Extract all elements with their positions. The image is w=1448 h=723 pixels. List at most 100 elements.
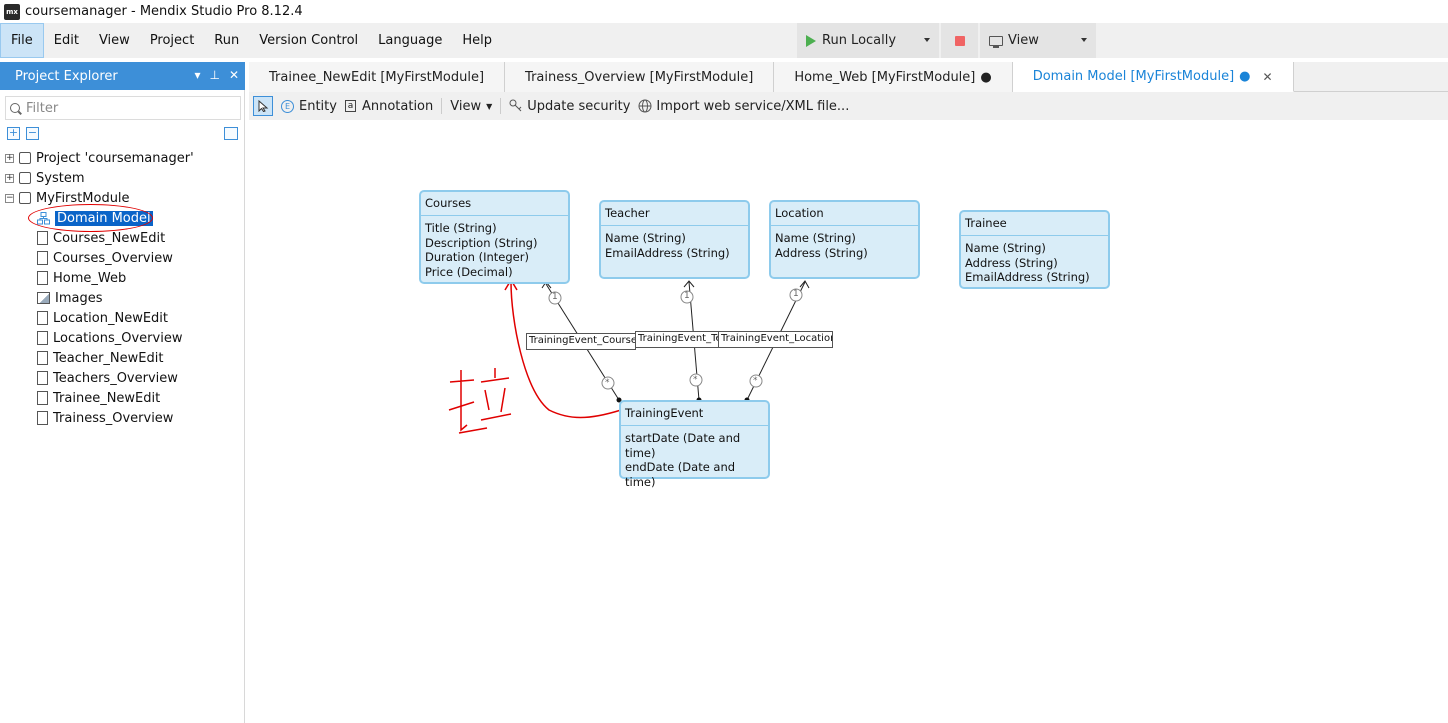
tree-item-page[interactable]: Courses_Overview (0, 248, 244, 268)
mendix-logo-icon: mx (4, 3, 20, 20)
entity-attribute: Title (String) (425, 221, 497, 235)
entity-attribute: EmailAddress (String) (965, 270, 1090, 284)
entity-name: Location (771, 202, 918, 226)
collapse-all-icon[interactable] (224, 127, 238, 140)
entity-attribute: startDate (Date and time) (625, 431, 741, 460)
stop-icon (954, 35, 965, 46)
multiplicity-many-label: * (605, 378, 610, 388)
tab-domain-model[interactable]: Domain Model [MyFirstModule] ● ✕ (1012, 62, 1294, 92)
entity-name: Teacher (601, 202, 748, 226)
view-app-button[interactable]: View (980, 23, 1096, 58)
tree-item-page[interactable]: Courses_NewEdit (0, 228, 244, 248)
chevron-down-icon[interactable]: ▾ (194, 68, 200, 82)
page-icon (37, 311, 48, 325)
entity-courses[interactable]: Courses Title (String) Description (Stri… (419, 190, 570, 284)
filter-input[interactable]: Filter (5, 96, 241, 120)
entity-teacher[interactable]: Teacher Name (String) EmailAddress (Stri… (599, 200, 750, 279)
expand-all-icon[interactable]: + (7, 127, 20, 140)
domain-model-icon (37, 211, 50, 225)
tree-item-project[interactable]: + Project 'coursemanager' (0, 148, 244, 168)
entity-icon: E (281, 99, 294, 113)
menu-view[interactable]: View (89, 23, 140, 58)
tree-item-page[interactable]: Home_Web (0, 268, 244, 288)
tree-item-page[interactable]: Teacher_NewEdit (0, 348, 244, 368)
menu-edit[interactable]: Edit (44, 23, 89, 58)
project-icon (19, 152, 31, 164)
tree-item-page[interactable]: Trainee_NewEdit (0, 388, 244, 408)
cursor-icon (258, 100, 269, 112)
collapse-icon[interactable]: − (26, 127, 39, 140)
menu-file[interactable]: File (0, 23, 44, 58)
multiplicity-one-label: 1 (684, 291, 690, 301)
red-handwritten-mark (448, 368, 512, 434)
entity-location[interactable]: Location Name (String) Address (String) (769, 200, 920, 279)
images-icon (37, 292, 50, 304)
tree-item-system[interactable]: + System (0, 168, 244, 188)
tab-trainee-newedit[interactable]: Trainee_NewEdit [MyFirstModule] (249, 62, 506, 92)
page-icon (37, 391, 48, 405)
pin-icon[interactable]: ⊥ (209, 68, 219, 82)
entity-attribute: Name (String) (965, 241, 1046, 255)
module-icon (19, 172, 31, 184)
association-label-location[interactable]: TrainingEvent_Location (718, 331, 833, 348)
unsaved-dot-icon: ● (980, 69, 992, 85)
entity-name: Trainee (961, 212, 1108, 236)
entity-training-event[interactable]: TrainingEvent startDate (Date and time) … (619, 400, 770, 489)
update-security-button[interactable]: Update security (509, 99, 630, 114)
view-app-label: View (1008, 33, 1039, 48)
tree-item-page[interactable]: Teachers_Overview (0, 368, 244, 388)
multiplicity-many-label: * (753, 376, 758, 386)
collapse-icon[interactable]: − (5, 193, 14, 203)
domain-model-canvas[interactable]: 1 1 1 * * * TrainingEvent_Courses Traini… (249, 120, 1448, 723)
menu-help[interactable]: Help (452, 23, 502, 58)
tree-item-domain-model[interactable]: Domain Model (0, 204, 244, 232)
annotation-tool-button[interactable]: a Annotation (344, 99, 433, 114)
page-icon (37, 251, 48, 265)
menu-version-control[interactable]: Version Control (249, 23, 368, 58)
association-label-teacher[interactable]: TrainingEvent_Teacher (635, 331, 719, 348)
page-icon (37, 231, 48, 245)
document-tabs: Trainee_NewEdit [MyFirstModule] Trainess… (249, 62, 1448, 92)
annotation-icon: a (344, 100, 356, 112)
expand-icon[interactable]: + (5, 173, 14, 183)
select-tool-button[interactable] (253, 96, 273, 116)
expand-icon[interactable]: + (5, 153, 14, 163)
page-icon (37, 371, 48, 385)
domain-model-toolbar: E Entity a Annotation View ▼ Update secu… (249, 92, 1448, 120)
menu-run[interactable]: Run (204, 23, 249, 58)
entity-attribute: Name (String) (775, 231, 856, 245)
chevron-down-icon[interactable] (924, 38, 930, 42)
association-label-courses[interactable]: TrainingEvent_Courses (526, 333, 636, 350)
import-web-service-button[interactable]: Import web service/XML file... (638, 99, 849, 114)
entity-attribute: endDate (Date and time) (625, 460, 736, 489)
search-icon (10, 103, 20, 113)
tree-item-page[interactable]: Locations_Overview (0, 328, 244, 348)
project-tree: + Project 'coursemanager' + System − MyF… (0, 148, 244, 428)
tab-trainess-overview[interactable]: Trainess_Overview [MyFirstModule] (505, 62, 775, 92)
tab-home-web[interactable]: Home_Web [MyFirstModule] ● (774, 62, 1013, 92)
run-locally-button[interactable]: Run Locally (797, 23, 939, 58)
entity-trainee[interactable]: Trainee Name (String) Address (String) E… (959, 210, 1110, 289)
play-icon (803, 34, 817, 48)
stop-button[interactable] (941, 23, 978, 58)
close-icon[interactable]: ✕ (229, 68, 239, 82)
menu-project[interactable]: Project (140, 23, 204, 58)
entity-tool-button[interactable]: E Entity (281, 99, 337, 114)
tree-item-page[interactable]: Trainess_Overview (0, 408, 244, 428)
window-title: coursemanager - Mendix Studio Pro 8.12.4 (25, 4, 303, 19)
tree-item-page[interactable]: Location_NewEdit (0, 308, 244, 328)
entity-attribute: Price (Decimal) (425, 264, 513, 279)
tree-item-images[interactable]: Images (0, 288, 244, 308)
entity-attribute: Duration (Integer) (425, 250, 529, 264)
chevron-down-icon[interactable] (1081, 38, 1087, 42)
toolbar-divider (500, 98, 502, 114)
page-icon (37, 331, 48, 345)
view-dropdown[interactable]: View ▼ (450, 99, 492, 114)
chevron-down-icon: ▼ (486, 101, 493, 111)
close-icon[interactable]: ✕ (1263, 70, 1273, 84)
menu-language[interactable]: Language (368, 23, 452, 58)
multiplicity-one-label: 1 (793, 289, 799, 299)
key-icon (509, 99, 522, 112)
unsaved-dot-icon: ● (1239, 69, 1251, 84)
multiplicity-many-label: * (693, 375, 698, 385)
